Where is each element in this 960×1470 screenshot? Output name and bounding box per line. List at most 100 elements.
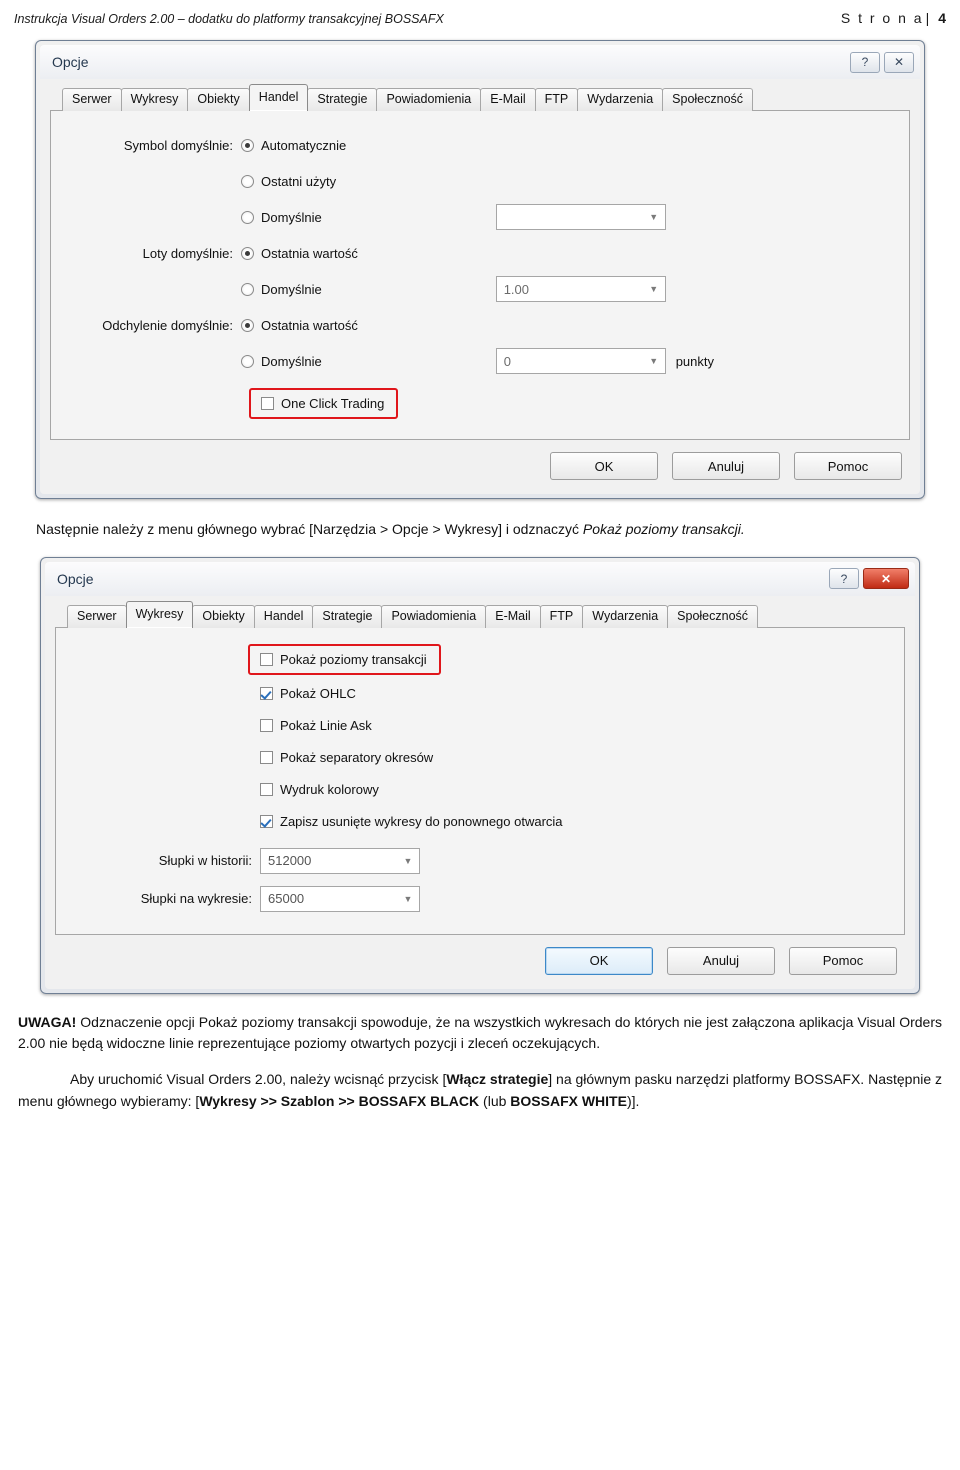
label-loty-ostatnia-wartosc: Ostatnia wartość	[261, 245, 358, 261]
radio-loty-domyslnie[interactable]	[241, 282, 254, 296]
chevron-down-icon[interactable]: ▼	[643, 205, 665, 229]
help-icon[interactable]: ?	[829, 568, 859, 590]
header-page-indicator: S t r o n a | 4	[841, 10, 946, 26]
row-pokaz-poziomy-transakcji: Pokaż poziomy transakcji	[68, 642, 892, 678]
chevron-down-icon[interactable]: ▼	[397, 887, 419, 911]
combo-loty-value: 1.00	[503, 281, 529, 297]
cancel-button[interactable]: Anuluj	[667, 946, 775, 975]
dialog2-title-buttons: ? ✕	[829, 568, 909, 590]
label-pokaz-linie-ask: Pokaż Linie Ask	[280, 718, 372, 734]
tab-email[interactable]: E-Mail	[480, 88, 536, 111]
checkbox-pokaz-separatory-okresow[interactable]	[260, 751, 273, 765]
label-pokaz-poziomy-transakcji: Pokaż poziomy transakcji	[280, 652, 427, 668]
combo-slupki-na-wykresie[interactable]: 65000 ▼	[260, 885, 420, 912]
label-symbol-automatycznie: Automatycznie	[261, 137, 347, 153]
help-button[interactable]: Pomoc	[789, 946, 897, 975]
label-pokaz-ohlc: Pokaż OHLC	[280, 686, 356, 702]
dialog1-panel: Symbol domyślnie: Automatycznie Ostatni …	[50, 110, 910, 440]
tab-handel[interactable]: Handel	[248, 84, 309, 111]
tab-powiadomienia[interactable]: Powiadomienia	[381, 604, 487, 628]
label-odchylenie-ostatnia-wartosc: Ostatnia wartość	[261, 317, 358, 333]
label-odchylenie-domyslnie-opt: Domyślnie	[261, 353, 322, 369]
row-zapisz-usuniete-wykresy: Zapisz usunięte wykresy do ponownego otw…	[68, 806, 892, 838]
close-icon[interactable]: ✕	[863, 568, 909, 590]
tab-spolecznosc[interactable]: Społeczność	[662, 88, 754, 111]
label-slupki-w-historii: Słupki w historii:	[158, 853, 252, 869]
radio-odchylenie-domyslnie[interactable]	[241, 354, 254, 368]
radio-symbol-automatycznie[interactable]	[241, 138, 254, 152]
close-icon[interactable]: ✕	[884, 51, 914, 73]
tab-wydarzenia[interactable]: Wydarzenia	[582, 604, 669, 628]
header-page-word: S t r o n a	[840, 10, 924, 26]
tab-obiekty[interactable]: Obiekty	[192, 604, 255, 628]
ok-button[interactable]: OK	[545, 946, 653, 975]
tab-serwer[interactable]: Serwer	[67, 604, 127, 628]
tab-powiadomienia[interactable]: Powiadomienia	[376, 88, 482, 111]
checkbox-one-click-trading[interactable]	[261, 396, 274, 410]
checkbox-zapisz-usuniete-wykresy[interactable]	[260, 815, 273, 829]
help-icon[interactable]: ?	[850, 51, 880, 73]
combo-odchylenie-value: 0	[503, 353, 511, 369]
dialog1-title-buttons: ? ✕	[850, 51, 914, 73]
tab-ftp[interactable]: FTP	[534, 88, 579, 111]
ok-button[interactable]: OK	[550, 452, 658, 480]
tab-handel[interactable]: Handel	[253, 604, 314, 628]
options-dialog-handel: Opcje ? ✕ Serwer Wykresy Obiekty Handel …	[35, 40, 925, 499]
tab-wykresy[interactable]: Wykresy	[125, 600, 194, 628]
header-page-number: 4	[938, 10, 946, 26]
tab-spolecznosc[interactable]: Społeczność	[667, 604, 759, 628]
combo-slupki-w-historii-value: 512000	[268, 853, 312, 869]
tab-obiekty[interactable]: Obiekty	[187, 88, 250, 111]
chevron-down-icon[interactable]: ▼	[397, 849, 419, 873]
checkbox-pokaz-linie-ask[interactable]	[260, 719, 273, 733]
radio-odchylenie-ostatnia-wartosc[interactable]	[241, 318, 254, 332]
dialog1-tabs: Serwer Wykresy Obiekty Handel Strategie …	[50, 84, 910, 111]
checkbox-pokaz-poziomy-transakcji[interactable]	[260, 653, 273, 667]
tab-ftp[interactable]: FTP	[539, 604, 584, 628]
help-button[interactable]: Pomoc	[794, 452, 902, 480]
tab-serwer[interactable]: Serwer	[62, 88, 122, 111]
combo-odchylenie-domyslnie[interactable]: 0 ▼	[495, 348, 666, 374]
row-odchylenie-domyslnie: Domyślnie 0 ▼ punkty	[63, 343, 897, 379]
checkbox-pokaz-ohlc[interactable]	[260, 687, 273, 701]
document-page: Instrukcja Visual Orders 2.00 – dodatku …	[0, 0, 960, 1470]
tab-strategie[interactable]: Strategie	[312, 604, 383, 628]
radio-symbol-domyslnie[interactable]	[241, 210, 254, 224]
final-paragraph-bold2: Wykresy >> Szablon >> BOSSAFX BLACK	[199, 1092, 480, 1109]
row-slupki-na-wykresie: Słupki na wykresie: 65000 ▼	[68, 880, 892, 918]
dialog2-title: Opcje	[57, 570, 94, 587]
checkbox-wydruk-kolorowy[interactable]	[260, 783, 273, 797]
tab-wykresy[interactable]: Wykresy	[120, 88, 189, 111]
dialog1-buttons: OK Anuluj Pomoc	[50, 440, 910, 484]
cancel-button[interactable]: Anuluj	[672, 452, 780, 480]
pokaz-poziomy-highlight: Pokaż poziomy transakcji	[248, 644, 441, 676]
label-zapisz-usuniete-wykresy: Zapisz usunięte wykresy do ponownego otw…	[280, 814, 563, 830]
combo-symbol-domyslnie[interactable]: ▼	[495, 204, 666, 230]
row-slupki-w-historii: Słupki w historii: 512000 ▼	[68, 842, 892, 880]
final-paragraph-part1: Aby uruchomić Visual Orders 2.00, należy…	[70, 1071, 447, 1088]
warning-note-prefix: UWAGA!	[18, 1013, 77, 1030]
final-paragraph-bold1: Włącz strategie	[446, 1071, 549, 1088]
final-paragraph-bold3: BOSSAFX WHITE	[510, 1092, 627, 1109]
radio-symbol-ostatni-uzyty[interactable]	[241, 174, 254, 188]
radio-loty-ostatnia-wartosc[interactable]	[241, 246, 254, 260]
one-click-trading-highlight: One Click Trading	[249, 387, 399, 419]
label-symbol-ostatni-uzyty: Ostatni użyty	[261, 173, 337, 189]
final-paragraph: Aby uruchomić Visual Orders 2.00, należy…	[18, 1069, 942, 1112]
label-symbol-domyslnie-opt: Domyślnie	[261, 209, 322, 225]
tab-email[interactable]: E-Mail	[485, 604, 541, 628]
chevron-down-icon[interactable]: ▼	[643, 349, 665, 373]
options-dialog-wykresy: Opcje ? ✕ Serwer Wykresy Obiekty Handel …	[40, 556, 920, 994]
dialog1-title: Opcje	[52, 54, 89, 70]
chevron-down-icon[interactable]: ▼	[643, 277, 665, 301]
dialog2-panel: Pokaż poziomy transakcji Pokaż OHLC Poka…	[55, 626, 905, 935]
label-odchylenie-domyslnie: Odchylenie domyślnie:	[102, 317, 233, 333]
label-symbol-domyslnie: Symbol domyślnie:	[123, 137, 233, 153]
combo-slupki-na-wykresie-value: 65000	[268, 891, 305, 907]
combo-loty-domyslnie[interactable]: 1.00 ▼	[495, 276, 666, 302]
row-loty-domyslnie: Domyślnie 1.00 ▼	[63, 271, 897, 307]
tab-wydarzenia[interactable]: Wydarzenia	[577, 88, 664, 111]
dialog1-titlebar: Opcje ? ✕	[40, 45, 920, 79]
combo-slupki-w-historii[interactable]: 512000 ▼	[260, 847, 420, 874]
tab-strategie[interactable]: Strategie	[307, 88, 378, 111]
